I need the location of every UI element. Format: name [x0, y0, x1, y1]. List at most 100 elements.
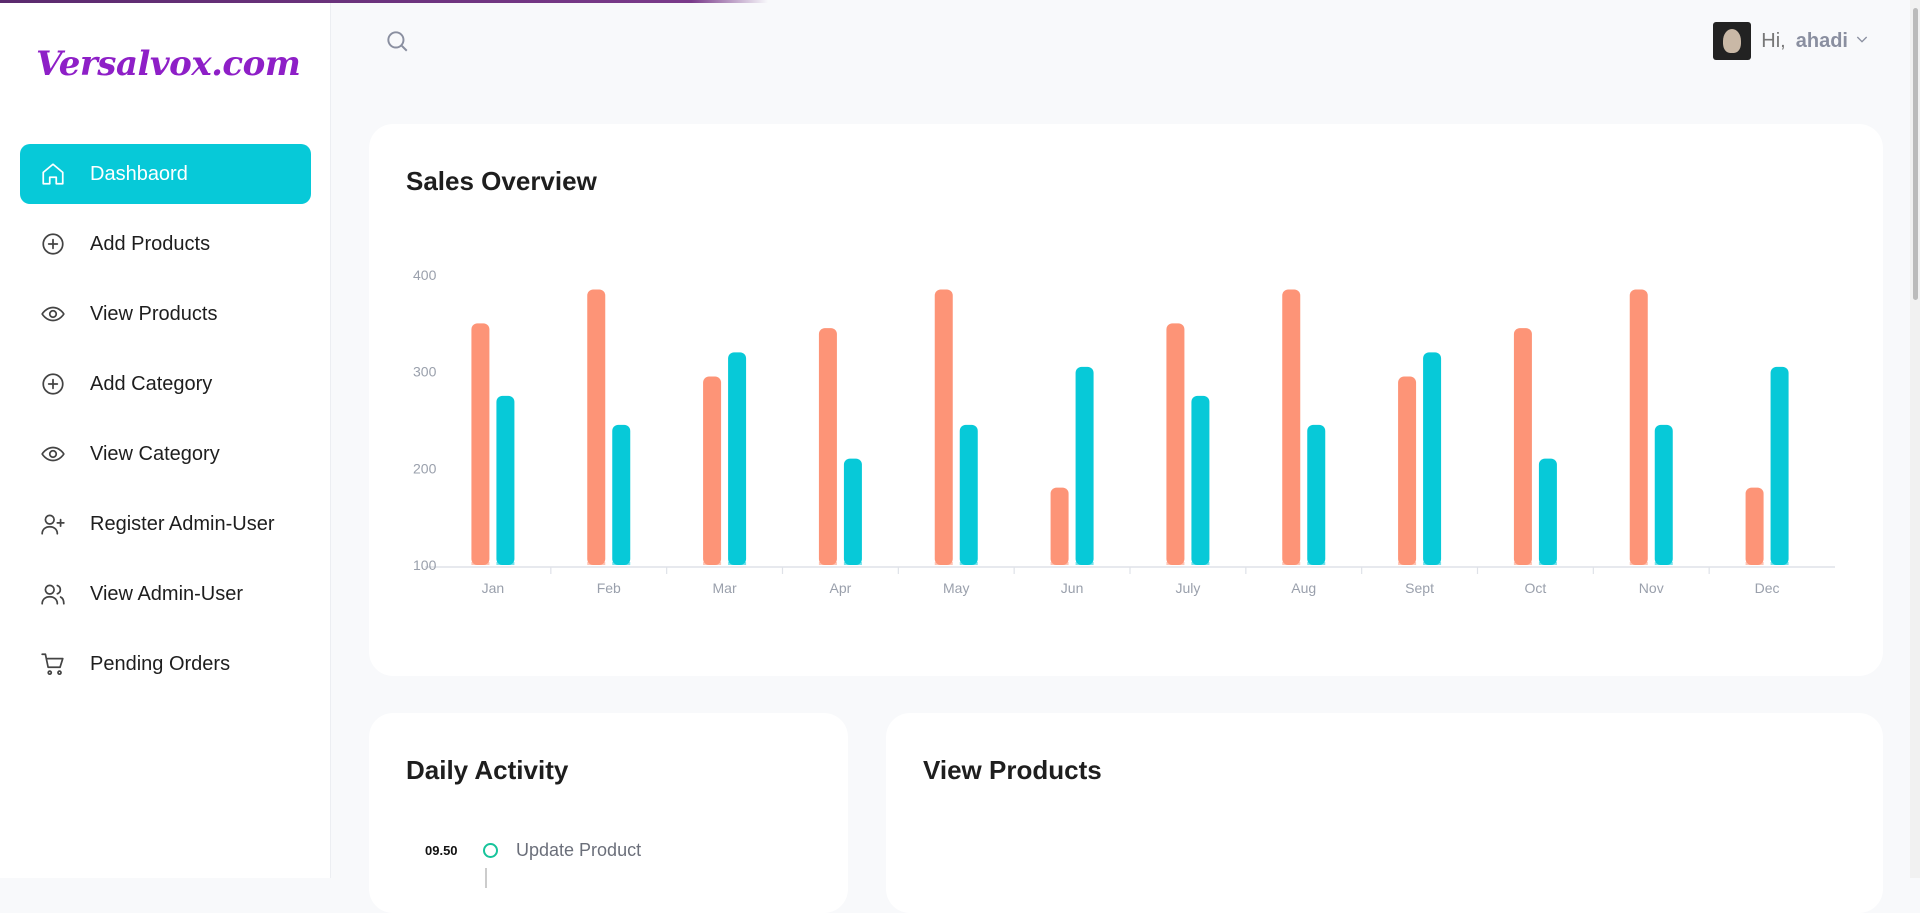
sidebar-item-add-products[interactable]: Add Products: [20, 214, 311, 274]
sidebar-item-label: Add Category: [90, 372, 213, 395]
activity-time: 09.50: [425, 843, 458, 858]
daily-activity-card: Daily Activity 09.50 Update Product: [369, 713, 848, 913]
x-tick-label: Dec: [1755, 580, 1780, 596]
x-tick-label: Sept: [1405, 580, 1434, 596]
bar-base: [496, 562, 515, 565]
page-scrollbar[interactable]: [1910, 0, 1920, 878]
cart-icon: [40, 651, 66, 677]
plus-circle-icon: [40, 231, 66, 257]
sidebar-item-register-admin-user[interactable]: Register Admin-User: [20, 494, 311, 554]
sales-chart: 100 200 300 400 Jan Feb Mar Apr May Jun July Aug Sep…: [413, 267, 1835, 596]
y-tick-label: 400: [413, 267, 437, 283]
sidebar-item-add-category[interactable]: Add Category: [20, 354, 311, 414]
bar-base: [728, 562, 747, 565]
sidebar-item-label: Register Admin-User: [90, 512, 275, 535]
bar-base: [587, 562, 606, 565]
bar-base: [1745, 562, 1764, 565]
sidebar-item-label: View Products: [90, 302, 218, 325]
activity-label: Update Product: [516, 840, 642, 860]
bar-base: [1050, 562, 1069, 565]
bar-base: [1191, 562, 1210, 565]
bar-dec-series-2: [1770, 366, 1789, 565]
search-icon[interactable]: [384, 28, 410, 54]
greeting-text: Hi,: [1761, 29, 1786, 52]
bar-may-series-1: [934, 289, 953, 565]
bar-base: [1398, 562, 1417, 565]
bar-feb-series-1: [587, 289, 606, 565]
bar-base: [1513, 562, 1532, 565]
bar-jun-series-1: [1050, 487, 1069, 565]
bar-dec-series-1: [1745, 487, 1764, 565]
bar-sept-series-1: [1398, 376, 1417, 565]
x-tick-label: July: [1175, 580, 1200, 596]
bar-base: [1423, 562, 1442, 565]
bar-base: [1770, 562, 1789, 565]
bar-base: [612, 562, 631, 565]
plus-circle-icon: [40, 371, 66, 397]
sidebar-item-label: Pending Orders: [90, 652, 231, 675]
home-icon: [40, 161, 66, 187]
bar-base: [471, 562, 490, 565]
bar-base: [934, 562, 953, 565]
scrollbar-thumb[interactable]: [1913, 8, 1918, 300]
bar-base: [959, 562, 978, 565]
bar-sept-series-2: [1423, 352, 1442, 565]
view-products-card: View Products: [886, 713, 1883, 913]
top-bar: Hi, ahadi: [332, 0, 1920, 80]
loading-progress-bar: [0, 0, 768, 3]
y-tick-label: 100: [413, 557, 437, 573]
sidebar: Versalvox.com Dashbaord Add Products Vie…: [0, 0, 331, 878]
sidebar-item-view-category[interactable]: View Category: [20, 424, 311, 484]
bar-base: [1629, 562, 1648, 565]
sidebar-item-pending-orders[interactable]: Pending Orders: [20, 634, 311, 694]
bar-feb-series-2: [612, 424, 631, 565]
bar-base: [843, 562, 862, 565]
sidebar-item-dashboard[interactable]: Dashbaord: [20, 144, 311, 204]
bar-mar-series-2: [728, 352, 747, 565]
x-tick-label: Jun: [1061, 580, 1084, 596]
sales-overview-card: Sales Overview 100 200 300 400 Jan Feb Mar Apr M…: [369, 124, 1883, 676]
bar-nov-series-2: [1654, 424, 1673, 565]
sidebar-item-view-admin-user[interactable]: View Admin-User: [20, 564, 311, 624]
eye-icon: [40, 301, 66, 327]
y-tick-label: 200: [413, 460, 437, 476]
bar-july-series-2: [1191, 395, 1210, 565]
bar-base: [1075, 562, 1094, 565]
bar-apr-series-1: [818, 328, 837, 565]
daily-activity-title: Daily Activity: [406, 755, 569, 785]
bar-base: [1538, 562, 1557, 565]
bar-base: [703, 562, 722, 565]
bar-may-series-2: [959, 424, 978, 565]
bar-jun-series-2: [1075, 366, 1094, 565]
bar-base: [1282, 562, 1301, 565]
x-tick-label: Jan: [482, 580, 505, 596]
sidebar-item-label: Dashbaord: [90, 162, 188, 185]
activity-timeline-line: [485, 868, 487, 888]
activity-dot-icon: [483, 843, 498, 858]
users-icon: [40, 581, 66, 607]
user-menu[interactable]: Hi, ahadi: [1713, 22, 1870, 60]
x-tick-label: Mar: [713, 580, 737, 596]
x-tick-label: May: [943, 580, 969, 596]
avatar[interactable]: [1713, 22, 1752, 60]
sidebar-nav: Dashbaord Add Products View Products Add…: [20, 144, 311, 704]
chevron-down-icon[interactable]: [1854, 31, 1870, 52]
bar-oct-series-1: [1513, 328, 1532, 565]
bar-nov-series-1: [1629, 289, 1648, 565]
brand-logo[interactable]: Versalvox.com: [36, 44, 301, 84]
username: ahadi: [1795, 29, 1848, 52]
bar-jan-series-2: [496, 395, 515, 565]
sidebar-item-label: View Admin-User: [90, 582, 244, 605]
bar-aug-series-1: [1282, 289, 1301, 565]
bar-mar-series-1: [703, 376, 722, 565]
x-tick-label: Apr: [830, 580, 852, 596]
y-tick-label: 300: [413, 364, 437, 380]
user-plus-icon: [40, 511, 66, 537]
bar-apr-series-2: [843, 458, 862, 565]
view-products-title: View Products: [923, 755, 1102, 785]
bar-aug-series-2: [1307, 424, 1326, 565]
sidebar-item-view-products[interactable]: View Products: [20, 284, 311, 344]
bar-july-series-1: [1166, 323, 1185, 565]
bar-oct-series-2: [1538, 458, 1557, 565]
bar-base: [818, 562, 837, 565]
